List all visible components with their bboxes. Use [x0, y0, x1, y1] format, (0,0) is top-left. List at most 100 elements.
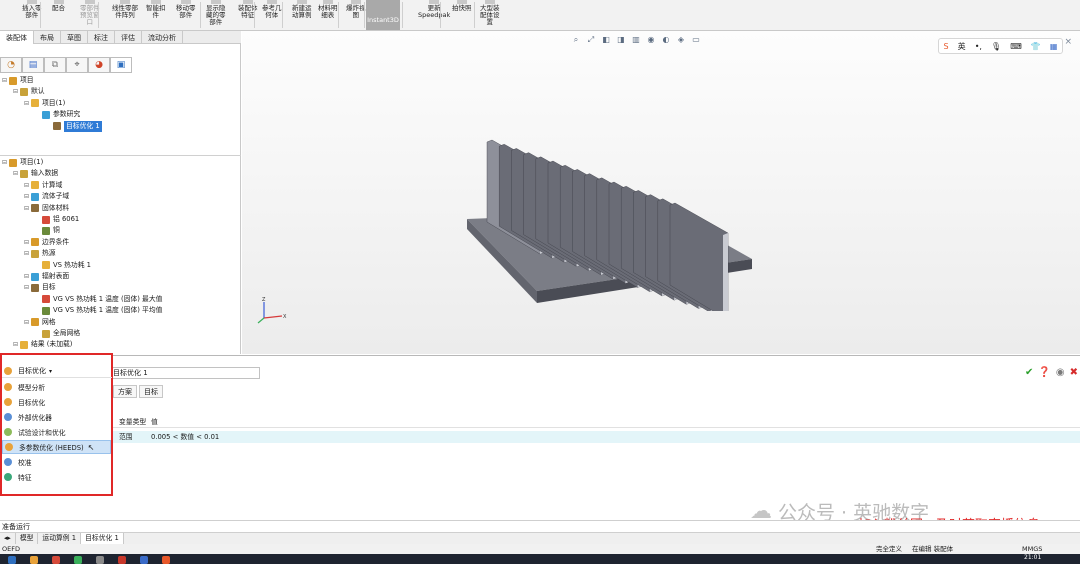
- display-style-icon[interactable]: ▥: [630, 35, 642, 45]
- menu-item[interactable]: 校准: [2, 455, 111, 469]
- tree-item[interactable]: VG VS 热功耗 1 温度 (固体) 平均值: [35, 305, 162, 316]
- taskbar-app-icon[interactable]: [52, 556, 60, 564]
- ime-item-5[interactable]: 👕: [1031, 42, 1041, 51]
- expander-icon[interactable]: ⊟: [24, 271, 30, 282]
- tree-item[interactable]: 铝 6061: [35, 214, 79, 225]
- ribbon-item-13[interactable]: 拍快照: [452, 0, 472, 30]
- ribbon-item-14[interactable]: 大型装 配体设 置: [480, 0, 500, 30]
- view-orientation-icon[interactable]: ◨: [615, 35, 627, 45]
- hide-show-icon[interactable]: ◉: [645, 35, 657, 45]
- zoom-fit-icon[interactable]: ⤢: [585, 35, 597, 45]
- menu-item[interactable]: 模型分析: [2, 380, 111, 394]
- display-manager-icon[interactable]: ◕: [88, 57, 110, 73]
- taskbar-app-icon[interactable]: [118, 556, 126, 564]
- menu-item[interactable]: 外部优化器: [2, 410, 111, 424]
- taskbar-app-icon[interactable]: [74, 556, 82, 564]
- taskbar-app-icon[interactable]: [8, 556, 16, 564]
- feature-tree-icon[interactable]: ◔: [0, 57, 22, 73]
- expander-icon[interactable]: ⊟: [24, 180, 30, 191]
- help-icon[interactable]: ❓: [1038, 367, 1050, 378]
- close-icon[interactable]: ×: [1064, 37, 1072, 47]
- property-manager-icon[interactable]: ▤: [22, 57, 44, 73]
- expander-icon[interactable]: ⊟: [24, 203, 30, 214]
- study-name-field[interactable]: 目标优化 1: [110, 367, 260, 379]
- ribbon-item-6[interactable]: 显示隐 藏的零 部件: [206, 0, 226, 30]
- graphics-area[interactable]: ⌕ ⤢ ◧ ◨ ▥ ◉ ◐ ◈ ▭ S 英 •, 🎙 ⌨ 👕 ▦ × Z X: [242, 31, 1080, 354]
- ime-item-3[interactable]: 🎙: [991, 42, 1001, 51]
- ime-item-2[interactable]: •,: [975, 42, 982, 51]
- panel-splitter[interactable]: [0, 155, 241, 156]
- tree-item[interactable]: VG VS 热功耗 1 温度 (固体) 最大值: [35, 294, 162, 305]
- tree-item[interactable]: ⊟ 固体材料: [24, 203, 69, 214]
- flow-tab-icon[interactable]: ▣: [110, 57, 132, 73]
- expander-icon[interactable]: ⊟: [2, 157, 8, 168]
- model-tab-2[interactable]: 目标优化 1: [81, 533, 124, 544]
- appearance-icon[interactable]: ◐: [660, 35, 672, 45]
- tree-item[interactable]: ⊟ 辐射表面: [24, 271, 69, 282]
- ribbon-item-10[interactable]: 材料明 细表: [318, 0, 338, 30]
- tree-item[interactable]: ⊟ 默认: [13, 86, 45, 97]
- expander-icon[interactable]: ⊟: [24, 248, 30, 259]
- heatsink-model[interactable]: [467, 121, 757, 311]
- model-tab-0[interactable]: 模型: [16, 533, 39, 544]
- tree-item[interactable]: 铜: [35, 225, 60, 236]
- tab-4[interactable]: 评估: [115, 31, 142, 44]
- tree-item[interactable]: ⊟ 输入数据: [13, 168, 58, 179]
- instant3d-button[interactable]: Instant3D: [366, 0, 400, 30]
- subtab-1[interactable]: 目标: [139, 385, 163, 398]
- tree-item[interactable]: VS 热功耗 1: [35, 260, 91, 271]
- search-icon[interactable]: ⌕: [570, 35, 582, 45]
- tab-0[interactable]: 装配体: [0, 31, 34, 44]
- tab-nav-arrows-icon[interactable]: ◂▸: [0, 533, 16, 544]
- expander-icon[interactable]: ⊟: [24, 191, 30, 202]
- tree-item[interactable]: ⊟ 边界条件: [24, 237, 69, 248]
- ribbon-item-11[interactable]: 爆炸视 图: [346, 0, 366, 30]
- taskbar-app-icon[interactable]: [162, 556, 170, 564]
- tree-item[interactable]: ⊟ 计算域: [24, 180, 62, 191]
- expander-icon[interactable]: ⊟: [13, 86, 19, 97]
- menu-item[interactable]: 试验设计和优化: [2, 425, 111, 439]
- tree-item[interactable]: ⊟ 项目(1): [2, 157, 43, 168]
- tab-1[interactable]: 布局: [34, 31, 61, 44]
- ribbon-item-3[interactable]: 线性零部 件阵列: [112, 0, 138, 30]
- tree-item[interactable]: 全局网格: [35, 328, 80, 339]
- tab-3[interactable]: 标注: [88, 31, 115, 44]
- tree-item[interactable]: ⊟ 热源: [24, 248, 56, 259]
- ribbon-item-4[interactable]: 智能扣 件: [146, 0, 166, 30]
- scene-icon[interactable]: ◈: [675, 35, 687, 45]
- ribbon-item-9[interactable]: 新建运 动算例: [292, 0, 312, 30]
- taskbar-app-icon[interactable]: [140, 556, 148, 564]
- section-icon[interactable]: ◧: [600, 35, 612, 45]
- expander-icon[interactable]: ⊟: [2, 75, 8, 86]
- expander-icon[interactable]: ⊟: [13, 168, 19, 179]
- ime-item-1[interactable]: 英: [958, 41, 966, 52]
- ribbon-item-5[interactable]: 移动零 部件: [176, 0, 196, 30]
- menu-item[interactable]: 目标优化: [2, 395, 111, 409]
- monitor-icon[interactable]: ▭: [690, 35, 702, 45]
- expander-icon[interactable]: ⊟: [24, 317, 30, 328]
- tree-item[interactable]: ⊟ 目标: [24, 282, 56, 293]
- ribbon-item-8[interactable]: 参考几 何体: [262, 0, 282, 30]
- dimxpert-icon[interactable]: ⌖: [66, 57, 88, 73]
- ime-item-4[interactable]: ⌨: [1010, 42, 1022, 51]
- ribbon-item-1[interactable]: 配合: [52, 0, 65, 30]
- ok-check-icon[interactable]: ✔: [1025, 367, 1033, 378]
- ime-item-0[interactable]: S: [944, 42, 949, 51]
- tree-item[interactable]: 目标优化 1: [46, 120, 102, 132]
- status-units[interactable]: MMGS: [1022, 544, 1042, 554]
- subtab-0[interactable]: 方案: [113, 385, 137, 398]
- expander-icon[interactable]: ⊟: [13, 339, 19, 350]
- tree-item[interactable]: ⊟ 项目: [2, 75, 34, 86]
- tree-item[interactable]: ⊟ 项目(1): [24, 98, 65, 109]
- expander-icon[interactable]: ⊟: [24, 237, 30, 248]
- tab-5[interactable]: 流动分析: [142, 31, 183, 44]
- tree-item[interactable]: ⊟ 流体子域: [24, 191, 69, 202]
- menu-header[interactable]: 目标优化 ▾: [2, 365, 112, 378]
- taskbar-app-icon[interactable]: [96, 556, 104, 564]
- config-manager-icon[interactable]: ⧉: [44, 57, 66, 73]
- collapse-icon[interactable]: ◉: [1056, 367, 1065, 378]
- model-tab-1[interactable]: 运动算例 1: [38, 533, 82, 544]
- expander-icon[interactable]: ⊟: [24, 98, 30, 109]
- tab-2[interactable]: 草图: [61, 31, 88, 44]
- table-row[interactable]: 范围 0.005 < 数值 < 0.01: [113, 431, 1080, 443]
